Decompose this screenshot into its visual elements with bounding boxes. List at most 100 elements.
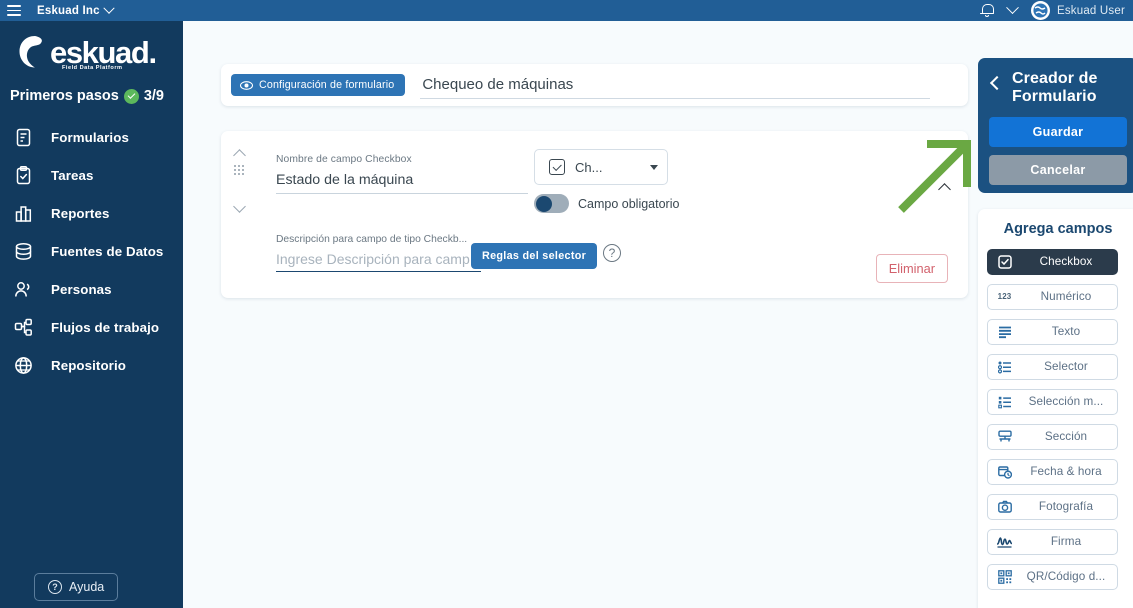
field-type-fotografia[interactable]: Fotografía <box>987 493 1118 520</box>
field-type-label: Numérico <box>1040 290 1092 304</box>
workflow-icon <box>13 317 34 338</box>
form-config-badge[interactable]: Configuración de formulario <box>231 74 406 96</box>
field-type-label: QR/Código d... <box>1026 570 1106 584</box>
app-logo: eskuad. Field Data Platform <box>0 21 183 71</box>
field-type-label: Fotografía <box>1038 500 1094 514</box>
form-builder-title: Creador de Formulario <box>1012 70 1098 105</box>
qr-code-icon <box>997 569 1012 584</box>
field-reorder-controls <box>228 147 250 215</box>
field-type-label: Fecha & hora <box>1030 465 1102 479</box>
top-bar: Eskuad Inc Eskuad User <box>0 0 1133 21</box>
top-bar-right: Eskuad User <box>979 1 1133 20</box>
field-name-input[interactable] <box>276 170 528 194</box>
add-fields-panel: Agrega campos Checkbox 123 Numérico Text… <box>978 209 1133 608</box>
onboarding-progress[interactable]: Primeros pasos 3/9 <box>10 88 183 104</box>
field-type-numerico[interactable]: 123 Numérico <box>987 283 1118 310</box>
hamburger-icon[interactable] <box>7 5 21 16</box>
form-title-input[interactable] <box>420 71 931 99</box>
chevron-up-icon[interactable] <box>233 147 246 160</box>
user-menu[interactable]: Eskuad User <box>1030 1 1125 20</box>
form-builder-panel: Creador de Formulario Guardar Cancelar <box>978 58 1133 193</box>
form-config-badge-label: Configuración de formulario <box>259 79 395 91</box>
sidebar-item-fuentes-de-datos[interactable]: Fuentes de Datos <box>0 232 183 270</box>
field-type-checkbox[interactable]: Checkbox <box>987 248 1118 275</box>
database-icon <box>13 241 34 262</box>
form-title-card: Configuración de formulario <box>221 64 968 106</box>
numeric-123-icon: 123 <box>997 292 1012 302</box>
field-type-label: Selección m... <box>1028 395 1104 409</box>
field-type-seccion[interactable]: Sección <box>987 423 1118 450</box>
question-circle-icon: ? <box>48 580 62 594</box>
sidebar-item-label: Repositorio <box>51 357 126 373</box>
required-toggle[interactable] <box>534 194 569 213</box>
globe-avatar-icon <box>1030 1 1050 20</box>
sidebar-item-label: Tareas <box>51 167 94 183</box>
onboarding-label: Primeros pasos <box>10 88 119 104</box>
user-name-label: Eskuad User <box>1056 4 1125 17</box>
save-button[interactable]: Guardar <box>989 116 1127 147</box>
text-lines-icon <box>997 324 1012 339</box>
people-icon <box>13 279 34 300</box>
field-type-label: Sección <box>1044 430 1088 444</box>
field-description-group: Descripción para campo de tipo Checkb... <box>276 234 486 272</box>
check-circle-icon <box>123 88 139 104</box>
grip-dots-icon[interactable] <box>233 165 245 176</box>
chevron-down-icon[interactable] <box>233 202 246 215</box>
field-type-select[interactable]: Ch... <box>534 149 668 185</box>
selector-rules-button[interactable]: Reglas del selector <box>471 243 598 269</box>
field-type-value: Ch... <box>575 159 603 175</box>
field-description-input[interactable] <box>276 249 481 272</box>
delete-field-button[interactable]: Eliminar <box>875 254 948 283</box>
sidebar-nav: Formularios Tareas Reportes Fuentes de D… <box>0 118 183 384</box>
question-mark-icon[interactable]: ? <box>603 244 621 262</box>
bell-icon[interactable] <box>979 3 994 18</box>
right-panel: Creador de Formulario Guardar Cancelar A… <box>975 21 1133 608</box>
required-toggle-label: Campo obligatorio <box>578 196 680 211</box>
field-type-label: Selector <box>1044 360 1088 374</box>
single-select-icon <box>997 359 1012 374</box>
field-description-label: Descripción para campo de tipo Checkb... <box>276 234 468 245</box>
form-field-card: Nombre de campo Checkbox Ch... Campo obl… <box>221 131 968 298</box>
logo-dot: . <box>148 34 157 70</box>
help-button[interactable]: ? Ayuda <box>34 573 119 601</box>
sidebar-item-tareas[interactable]: Tareas <box>0 156 183 194</box>
chevron-down-icon <box>650 164 658 170</box>
logo-wordmark: eskuad. <box>50 34 157 70</box>
sidebar-item-personas[interactable]: Personas <box>0 270 183 308</box>
field-type-fecha-hora[interactable]: Fecha & hora <box>987 458 1118 485</box>
field-type-label: Texto <box>1051 325 1081 339</box>
field-name-group: Nombre de campo Checkbox <box>276 154 531 194</box>
field-type-texto[interactable]: Texto <box>987 318 1118 345</box>
field-type-selector[interactable]: Selector <box>987 353 1118 380</box>
cancel-button[interactable]: Cancelar <box>989 154 1127 185</box>
camera-icon <box>997 499 1012 514</box>
sidebar-item-reportes[interactable]: Reportes <box>0 194 183 232</box>
onboarding-count: 3/9 <box>143 88 164 104</box>
sidebar-item-label: Flujos de trabajo <box>51 319 160 335</box>
collapse-field-icon[interactable] <box>939 181 951 193</box>
field-type-seleccion-multiple[interactable]: Selección m... <box>987 388 1118 415</box>
chevron-left-icon[interactable] <box>989 76 1002 89</box>
chevron-down-icon <box>103 2 115 14</box>
clipboard-check-icon <box>13 165 34 186</box>
chevron-down-icon[interactable] <box>1006 1 1019 15</box>
sidebar-item-flujos-de-trabajo[interactable]: Flujos de trabajo <box>0 308 183 346</box>
required-toggle-row: Campo obligatorio <box>534 194 679 213</box>
globe-icon <box>13 355 34 376</box>
add-fields-title: Agrega campos <box>1003 221 1113 237</box>
sidebar-item-label: Formularios <box>51 129 129 145</box>
field-type-label: Firma <box>1050 535 1082 549</box>
sidebar-item-formularios[interactable]: Formularios <box>0 118 183 156</box>
field-type-qr-codigo[interactable]: QR/Código d... <box>987 563 1118 590</box>
field-name-label: Nombre de campo Checkbox <box>276 154 412 165</box>
sidebar-item-label: Fuentes de Datos <box>51 243 164 259</box>
field-type-firma[interactable]: Firma <box>987 528 1118 555</box>
left-sidebar: eskuad. Field Data Platform Primeros pas… <box>0 21 183 608</box>
eskuad-logo-icon <box>18 35 52 69</box>
sidebar-item-repositorio[interactable]: Repositorio <box>0 346 183 384</box>
document-icon <box>13 127 34 148</box>
signature-icon <box>997 534 1012 549</box>
org-switcher[interactable]: Eskuad Inc <box>37 2 115 17</box>
bar-chart-icon <box>13 203 34 224</box>
section-icon <box>997 429 1012 444</box>
